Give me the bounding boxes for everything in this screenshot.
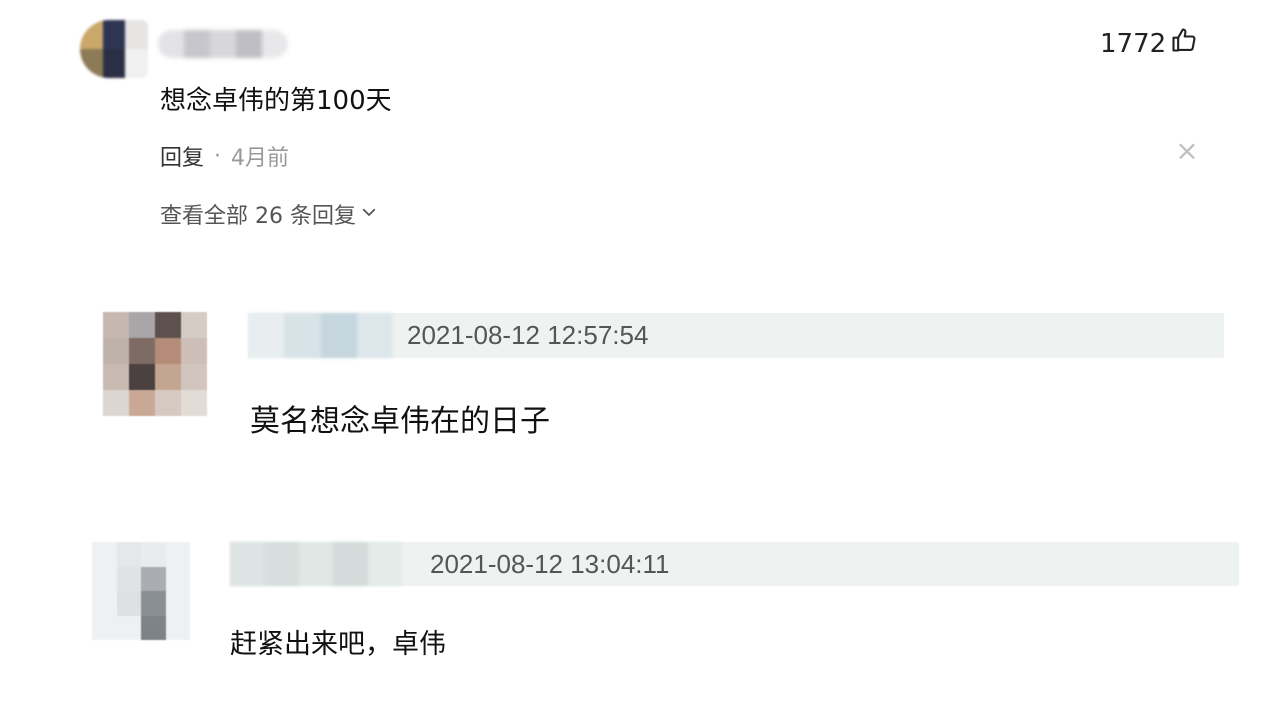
close-icon[interactable]: × (1172, 136, 1202, 166)
username-blurred[interactable] (248, 313, 393, 358)
chevron-down-icon (360, 202, 378, 227)
reply-header: 2021-08-12 13:04:11 (230, 542, 1239, 586)
view-all-label: 查看全部 26 条回复 (160, 204, 356, 229)
username-blurred[interactable] (230, 542, 403, 586)
comment-meta: 回复 · 4月前 (160, 140, 289, 172)
reply-text: 赶紧出来吧，卓伟 (230, 629, 446, 660)
reply-button[interactable]: 回复 (160, 140, 204, 172)
reply-avatar[interactable] (92, 542, 190, 640)
reply-avatar[interactable] (103, 312, 207, 416)
separator-dot: · (214, 143, 222, 169)
thumbs-up-icon (1170, 26, 1198, 61)
comment-text: 想念卓伟的第100天 (160, 86, 392, 116)
like-count: 1772 (1100, 28, 1167, 59)
reply-timestamp: 2021-08-12 12:57:54 (407, 320, 649, 350)
like-button[interactable]: 1772 (1100, 26, 1198, 61)
reply-timestamp: 2021-08-12 13:04:11 (430, 548, 670, 579)
username-blurred[interactable] (158, 30, 288, 58)
avatar[interactable] (80, 20, 148, 78)
view-all-replies-button[interactable]: 查看全部 26 条回复 (160, 198, 378, 230)
time-ago: 4月前 (231, 146, 290, 171)
reply-text: 莫名想念卓伟在的日子 (250, 404, 550, 439)
reply-header: 2021-08-12 12:57:54 (248, 313, 1224, 358)
